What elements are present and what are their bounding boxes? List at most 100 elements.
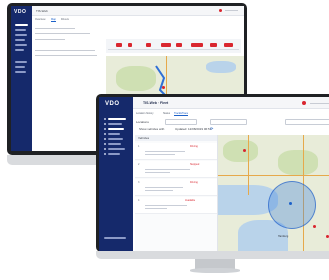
back-timeline-segment bbox=[146, 43, 151, 47]
back-filter-line bbox=[35, 33, 90, 34]
back-logo: VDO bbox=[14, 9, 27, 15]
back-timeline-segment bbox=[176, 43, 182, 47]
vehicle-pin[interactable] bbox=[289, 202, 292, 205]
vehicle-id: 2 bbox=[138, 163, 140, 166]
row-detail-line bbox=[145, 151, 185, 152]
home-icon[interactable] bbox=[104, 118, 106, 120]
front-search-input[interactable] bbox=[285, 119, 329, 125]
row-detail-line bbox=[145, 172, 170, 173]
back-nav-item-7[interactable] bbox=[15, 61, 27, 63]
front-nav-item-4[interactable] bbox=[108, 133, 120, 135]
row-detail-line bbox=[145, 208, 167, 209]
front-tab-location-history[interactable]: Location history bbox=[136, 112, 154, 116]
front-toolbar: Locations Show vehicles with Updated: 12… bbox=[135, 119, 329, 133]
truck-icon[interactable] bbox=[104, 123, 106, 125]
alert-pin[interactable] bbox=[313, 225, 316, 228]
back-timeline-segment bbox=[224, 43, 233, 47]
chart-icon[interactable] bbox=[104, 138, 106, 140]
calendar-icon[interactable] bbox=[104, 148, 106, 150]
back-filter-line bbox=[35, 28, 75, 29]
front-map-forest bbox=[223, 140, 258, 162]
back-topbar: TIS-Web bbox=[32, 6, 244, 16]
back-filter-line bbox=[35, 50, 95, 51]
front-nav-item-6[interactable] bbox=[108, 143, 121, 145]
front-vehicle-select[interactable] bbox=[165, 119, 197, 125]
back-nav-item-8[interactable] bbox=[15, 66, 25, 68]
back-timeline-segment bbox=[128, 43, 132, 47]
front-monitor-foot bbox=[190, 268, 240, 273]
row-detail-line bbox=[145, 190, 173, 191]
document-icon[interactable] bbox=[104, 143, 106, 145]
back-tab-drivers[interactable]: Drivers bbox=[61, 18, 69, 22]
back-nav-item-4[interactable] bbox=[15, 39, 25, 41]
driver-icon[interactable] bbox=[104, 133, 106, 135]
front-nav-item-8[interactable] bbox=[108, 153, 120, 155]
refresh-icon[interactable]: ⟳ bbox=[210, 126, 213, 131]
front-monitor-chin bbox=[96, 251, 329, 259]
front-nav-item-1[interactable] bbox=[108, 118, 126, 120]
back-tabs: Overview Map Drivers bbox=[35, 18, 115, 23]
back-timeline-segment bbox=[161, 43, 171, 47]
back-user-name bbox=[225, 10, 238, 11]
back-timeline-segment bbox=[116, 43, 122, 47]
row-detail-line bbox=[145, 205, 187, 206]
front-sidebar: VDO bbox=[99, 97, 133, 251]
front-nav-item-7[interactable] bbox=[108, 148, 125, 150]
front-map-road bbox=[218, 175, 329, 176]
back-nav-item-3[interactable] bbox=[15, 34, 27, 36]
vehicle-status: Available bbox=[185, 199, 196, 202]
front-nav-footer[interactable] bbox=[104, 237, 126, 239]
front-nav-item-3[interactable] bbox=[108, 128, 124, 130]
back-sidebar: VDO bbox=[11, 6, 32, 151]
back-timeline bbox=[106, 39, 241, 53]
list-item[interactable]: 3 Driving bbox=[135, 179, 217, 196]
back-left-panel bbox=[33, 26, 101, 146]
list-item[interactable]: 4 Available bbox=[135, 197, 217, 214]
back-timeline-axis bbox=[108, 49, 239, 50]
row-detail-line bbox=[145, 187, 183, 188]
front-nav-item-2[interactable] bbox=[108, 123, 122, 125]
vehicle-id: 3 bbox=[138, 181, 140, 184]
back-timeline-segment bbox=[191, 43, 203, 47]
back-user-avatar[interactable] bbox=[219, 9, 222, 12]
vehicle-id: 1 bbox=[138, 145, 140, 148]
back-filter-line bbox=[35, 55, 97, 56]
vehicle-status: Driving bbox=[190, 145, 198, 148]
front-map[interactable]: Hamburg bbox=[218, 135, 329, 251]
back-tab-overview[interactable]: Overview bbox=[35, 18, 45, 22]
back-app-title: TIS-Web bbox=[36, 9, 48, 13]
front-topbar: TIS-Web · Fleet bbox=[133, 97, 329, 109]
front-nav-item-5[interactable] bbox=[108, 138, 123, 140]
back-vehicle-pin[interactable] bbox=[162, 86, 165, 89]
vehicle-id: 4 bbox=[138, 199, 140, 202]
back-nav-item-5[interactable] bbox=[15, 44, 27, 46]
front-list-header-label: Vehicles bbox=[138, 136, 150, 140]
vehicle-status: Driving bbox=[190, 181, 198, 184]
front-map-city-label: Hamburg bbox=[278, 235, 289, 238]
back-nav-item-2[interactable] bbox=[15, 29, 26, 31]
front-logo: VDO bbox=[105, 101, 120, 107]
gear-icon[interactable] bbox=[104, 153, 106, 155]
front-vehicle-list: Vehicles 1 Driving 2 Stopped 3 Driving 4… bbox=[135, 135, 218, 251]
back-nav-item-9[interactable] bbox=[15, 71, 26, 73]
search-radius-circle[interactable] bbox=[268, 181, 316, 229]
front-last-update: Updated: 12/08/2019 06:53 bbox=[175, 127, 212, 131]
back-nav-item-6[interactable] bbox=[15, 49, 24, 51]
map-icon[interactable] bbox=[104, 128, 106, 130]
front-app-title: TIS-Web · Fleet bbox=[143, 101, 169, 105]
front-group-select[interactable] bbox=[210, 119, 247, 125]
alert-pin[interactable] bbox=[243, 149, 246, 152]
front-user-avatar[interactable] bbox=[302, 101, 306, 105]
front-tabs: Location history Status Track&Trace bbox=[136, 112, 246, 117]
back-tab-map[interactable]: Map bbox=[51, 18, 56, 22]
back-nav-item-1[interactable] bbox=[15, 24, 28, 26]
back-filter-line bbox=[35, 39, 65, 40]
row-detail-line bbox=[145, 154, 175, 155]
front-breadcrumb: Locations bbox=[136, 120, 149, 124]
front-map-road bbox=[248, 135, 249, 195]
list-item[interactable]: 2 Stopped bbox=[135, 161, 217, 178]
list-item[interactable]: 1 Driving bbox=[135, 143, 217, 160]
front-tab-track-trace[interactable]: Track&Trace bbox=[174, 112, 189, 116]
front-tab-status[interactable]: Status bbox=[163, 112, 170, 116]
front-monitor-screen: VDO TIS-Web · Fleet Location history Sta… bbox=[99, 97, 329, 251]
